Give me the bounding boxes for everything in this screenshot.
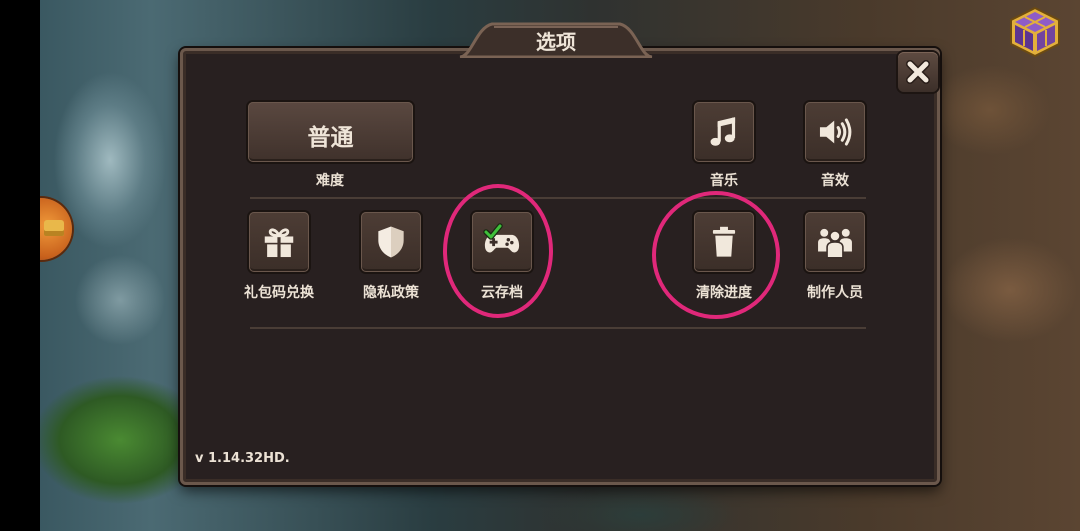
trash-icon — [712, 226, 736, 257]
difficulty-button[interactable]: 普通 — [248, 102, 413, 162]
options-panel: 普通 难度 音乐 音效 礼包码兑换 隐私政策 云存档 清除进度 制作人员 v 1… — [180, 48, 940, 485]
cube-icon[interactable] — [1008, 6, 1062, 58]
shield-icon — [378, 226, 404, 258]
difficulty-caption: 难度 — [316, 173, 344, 189]
sound-caption: 音效 — [821, 173, 849, 189]
title-tab: 选项 — [458, 16, 654, 58]
divider — [250, 327, 866, 329]
credits-caption: 制作人员 — [807, 285, 863, 301]
gift-code-caption: 礼包码兑换 — [244, 285, 314, 301]
cloud-save-caption: 云存档 — [481, 285, 523, 301]
close-button[interactable] — [898, 52, 938, 92]
divider — [250, 197, 866, 199]
checkmark-icon — [483, 223, 503, 240]
privacy-policy-caption: 隐私政策 — [363, 285, 419, 301]
cloud-save-button[interactable] — [472, 212, 532, 272]
difficulty-value: 普通 — [307, 125, 354, 151]
gift-icon — [264, 228, 294, 258]
chest-icon — [44, 220, 64, 236]
clear-progress-caption: 清除进度 — [696, 285, 752, 301]
people-icon — [818, 228, 852, 259]
music-toggle-button[interactable] — [694, 102, 754, 162]
privacy-policy-button[interactable] — [361, 212, 421, 272]
close-icon — [906, 60, 930, 84]
speaker-icon — [819, 118, 852, 146]
music-note-icon — [710, 117, 736, 146]
dialog-title: 选项 — [536, 30, 576, 54]
gift-code-button[interactable] — [249, 212, 309, 272]
music-caption: 音乐 — [710, 173, 738, 189]
sound-toggle-button[interactable] — [805, 102, 865, 162]
screen-edge-bar — [0, 0, 40, 531]
credits-button[interactable] — [805, 212, 865, 272]
version-label: v 1.14.32HD. — [195, 451, 290, 466]
clear-progress-button[interactable] — [694, 212, 754, 272]
